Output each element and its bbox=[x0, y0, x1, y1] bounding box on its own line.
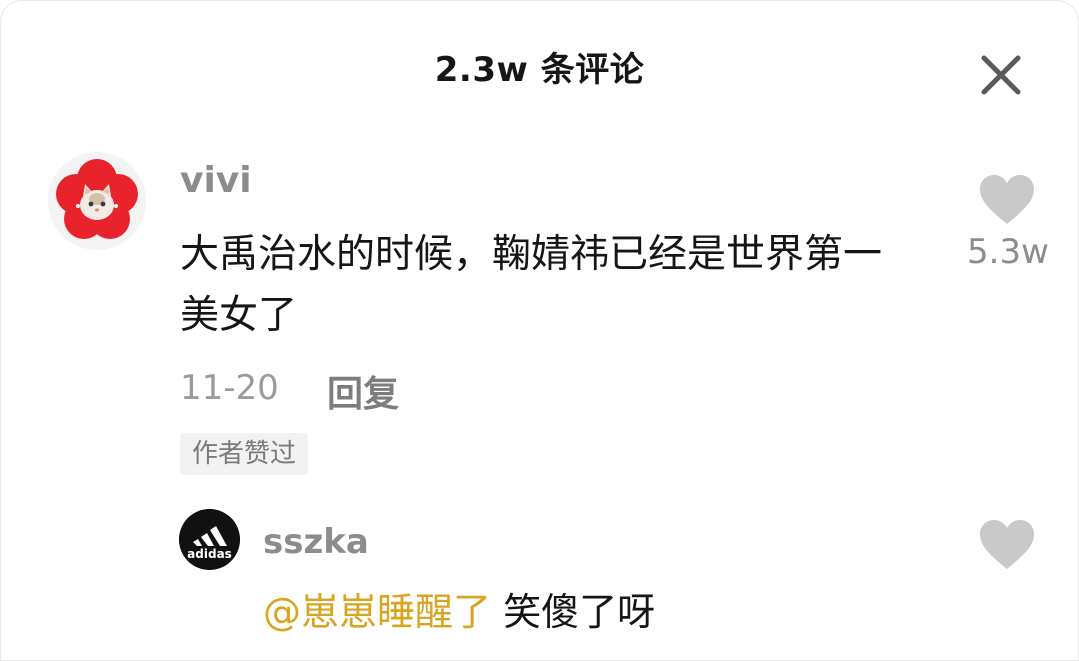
comments-count-title: 2.3w 条评论 bbox=[434, 50, 645, 90]
close-icon bbox=[981, 55, 1021, 95]
cat-flower-avatar-icon bbox=[48, 152, 146, 250]
comment-username[interactable]: vivi bbox=[180, 160, 252, 201]
comment-text: 大禹治水的时候，鞠婧祎已经是世界第一美女了 bbox=[180, 232, 883, 338]
mention-link[interactable]: @崽崽睡醒了 bbox=[263, 590, 491, 634]
adidas-logo-avatar-icon: adidas bbox=[179, 509, 240, 570]
close-button[interactable] bbox=[972, 46, 1030, 104]
comment-date: 11-20 bbox=[180, 368, 279, 408]
author-liked-badge: 作者赞过 bbox=[180, 433, 309, 475]
reply-avatar[interactable]: adidas bbox=[179, 509, 240, 570]
avatar[interactable] bbox=[48, 152, 146, 250]
like-button[interactable] bbox=[978, 174, 1036, 226]
heart-icon bbox=[980, 175, 1034, 224]
heart-icon bbox=[980, 520, 1034, 569]
adidas-logo-text: adidas bbox=[187, 547, 232, 561]
reply-like-button[interactable] bbox=[978, 519, 1036, 571]
reply-button[interactable]: 回复 bbox=[327, 365, 399, 417]
like-count: 5.3w bbox=[967, 232, 1049, 272]
reply-body: 笑傻了呀 bbox=[503, 590, 656, 634]
comments-sheet: 2.3w 条评论 vivi 大禹治水的时候，鞠婧祎已经是世界第一美女了 11-2… bbox=[0, 0, 1079, 661]
reply-username[interactable]: sszka bbox=[263, 522, 369, 562]
reply-text: @崽崽睡醒了 笑傻了呀 bbox=[263, 586, 655, 638]
